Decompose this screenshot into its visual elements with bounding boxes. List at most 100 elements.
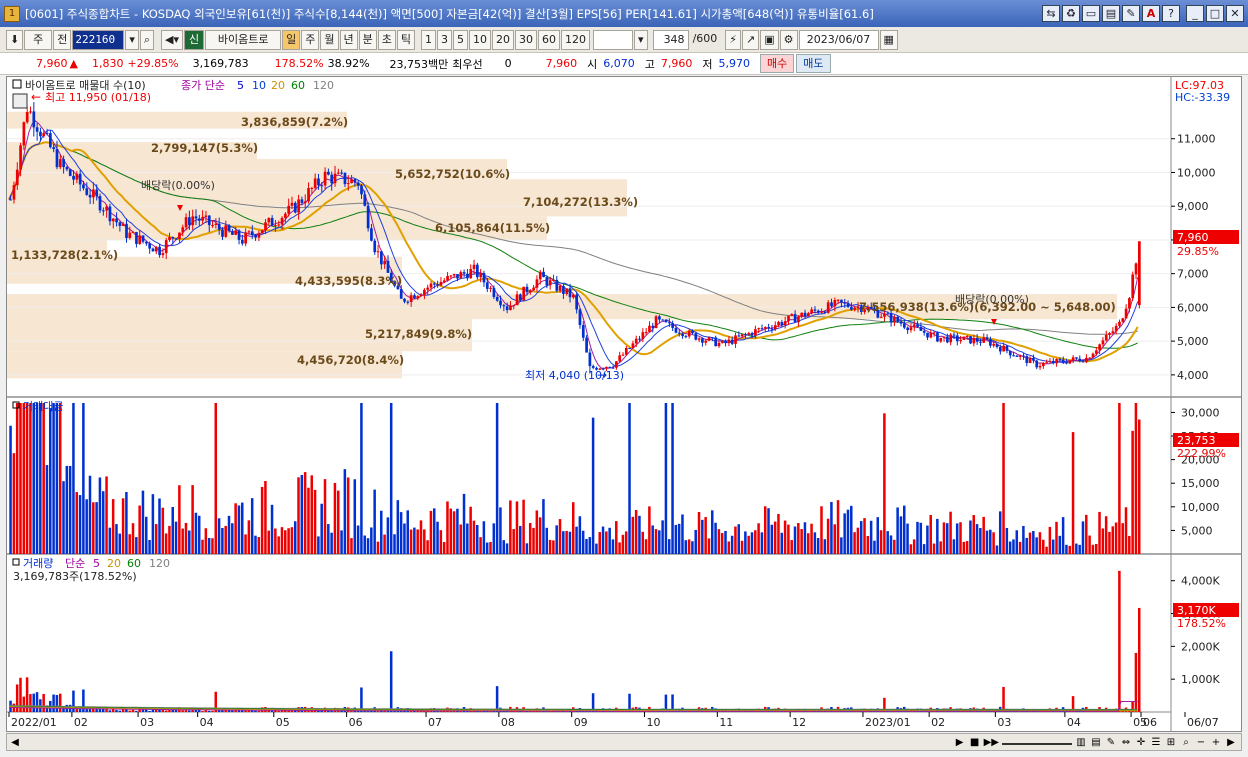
count-input[interactable]: 348 bbox=[652, 29, 689, 50]
period-tick[interactable]: 틱 bbox=[396, 29, 416, 50]
edit-icon[interactable]: ✎ bbox=[1122, 5, 1140, 22]
link-icon[interactable]: ⇆ bbox=[1042, 5, 1060, 22]
help-icon[interactable]: ? bbox=[1162, 5, 1180, 22]
amount-bar bbox=[691, 541, 694, 554]
custom-interval-dropdown-icon[interactable]: ▾ bbox=[634, 29, 648, 50]
minus-icon[interactable]: − bbox=[1195, 737, 1207, 748]
label-icon[interactable]: ☰ bbox=[1150, 737, 1162, 748]
zoom-slider[interactable] bbox=[1002, 739, 1072, 745]
amount-bar bbox=[823, 539, 827, 554]
candle-body bbox=[969, 336, 972, 344]
candle-body bbox=[188, 217, 191, 226]
search-icon[interactable]: ⌕ bbox=[139, 29, 155, 50]
candle-body bbox=[830, 302, 833, 307]
minimize-button[interactable]: _ bbox=[1186, 5, 1204, 22]
dropdown-icon[interactable]: ▾ bbox=[125, 29, 139, 50]
candle-body bbox=[664, 319, 668, 323]
interval-10[interactable]: 10 bbox=[469, 29, 492, 50]
font-icon[interactable]: A bbox=[1142, 5, 1160, 22]
candle-body bbox=[462, 272, 466, 274]
split-icon[interactable]: ⊞ bbox=[1165, 737, 1177, 748]
candle-body bbox=[317, 178, 320, 186]
panel-toggle-icon[interactable] bbox=[12, 79, 22, 89]
amount-bar bbox=[459, 524, 462, 554]
candle-body bbox=[922, 330, 926, 333]
interval-30[interactable]: 30 bbox=[515, 29, 538, 50]
period-second[interactable]: 초 bbox=[377, 29, 396, 50]
stop-icon[interactable]: ■ bbox=[969, 737, 981, 748]
candle-body bbox=[446, 276, 449, 281]
interval-5[interactable]: 5 bbox=[453, 29, 469, 50]
amount-bar bbox=[631, 516, 635, 554]
pin-icon[interactable]: ⬇ bbox=[6, 29, 24, 50]
trend-icon[interactable]: ↗ bbox=[742, 29, 760, 50]
scroll-right-icon[interactable]: ▶ bbox=[1225, 737, 1237, 748]
scroll-left-icon[interactable]: ◀ bbox=[9, 737, 21, 748]
low-note: 최저 4,040 (10/13) bbox=[525, 369, 624, 382]
volume-toggle-icon[interactable] bbox=[12, 558, 20, 566]
volume-bar bbox=[211, 710, 214, 712]
chart-svg[interactable]: 3,836,859(7.2%) 2,799,147(5.3%) 5,652,752(… bbox=[7, 77, 1241, 731]
compare-icon[interactable]: ▤ bbox=[1090, 737, 1102, 748]
stock-code-input[interactable]: 222160 bbox=[72, 29, 125, 50]
measure-icon[interactable]: ⇔ bbox=[1120, 737, 1132, 748]
zoom-icon[interactable]: ⌕ bbox=[1180, 737, 1192, 748]
period-week[interactable]: 주 bbox=[301, 29, 320, 50]
amount-bar bbox=[413, 527, 416, 554]
play-icon[interactable]: ▶ bbox=[954, 737, 966, 748]
candle-body bbox=[1068, 360, 1072, 364]
fast-forward-icon[interactable]: ▶▶ bbox=[984, 737, 999, 748]
period-minute[interactable]: 분 bbox=[358, 29, 377, 50]
custom-interval-input[interactable] bbox=[593, 29, 634, 50]
disk-icon[interactable]: ▣ bbox=[760, 29, 779, 50]
candle-body bbox=[32, 111, 36, 128]
period-day[interactable]: 일 bbox=[282, 29, 301, 50]
amount-bar bbox=[366, 538, 370, 554]
date-input[interactable]: 2023/06/07 bbox=[798, 29, 879, 50]
period-year[interactable]: 년 bbox=[339, 29, 358, 50]
candle-body bbox=[128, 232, 132, 238]
amount-bar bbox=[204, 528, 208, 554]
candle-body bbox=[327, 171, 330, 175]
save-icon[interactable]: ▤ bbox=[1102, 5, 1120, 22]
calendar-icon[interactable]: ▦ bbox=[879, 29, 898, 50]
amount-bar bbox=[1065, 544, 1068, 554]
maximize-button[interactable]: □ bbox=[1206, 5, 1224, 22]
amount-bar bbox=[1071, 432, 1075, 554]
candle-body bbox=[9, 199, 13, 201]
interval-60[interactable]: 60 bbox=[538, 29, 561, 50]
close-button[interactable]: ✕ bbox=[1226, 5, 1244, 22]
plus-icon[interactable]: + bbox=[1210, 737, 1222, 748]
amount-bar bbox=[406, 510, 410, 554]
speaker-icon[interactable]: ◀▾ bbox=[161, 29, 184, 50]
candle-body bbox=[45, 132, 49, 134]
amount-bar bbox=[1108, 531, 1111, 554]
candle-body bbox=[168, 237, 171, 241]
jeon-button[interactable]: 전 bbox=[53, 29, 72, 50]
period-select[interactable]: 주 bbox=[24, 29, 53, 50]
buy-button[interactable]: 매수 bbox=[760, 54, 795, 73]
amount-bar bbox=[39, 403, 42, 554]
settings-icon[interactable]: ⚙ bbox=[779, 29, 798, 50]
interval-20[interactable]: 20 bbox=[492, 29, 515, 50]
sync-icon[interactable]: ♻ bbox=[1062, 5, 1080, 22]
window-icon[interactable]: ▭ bbox=[1082, 5, 1100, 22]
candle-body bbox=[363, 194, 367, 206]
amount-bar bbox=[734, 526, 737, 554]
drawing-icon[interactable]: ✎ bbox=[1105, 737, 1117, 748]
amount-bar bbox=[528, 523, 532, 554]
chart-tool-icon[interactable]: ⚡ bbox=[725, 29, 741, 50]
interval-3[interactable]: 3 bbox=[437, 29, 453, 50]
interval-1[interactable]: 1 bbox=[421, 29, 437, 50]
period-month[interactable]: 월 bbox=[320, 29, 339, 50]
candle-body bbox=[29, 111, 32, 113]
chart-type-icon[interactable]: ▥ bbox=[1075, 737, 1087, 748]
candle-body bbox=[505, 306, 509, 311]
interval-120[interactable]: 120 bbox=[561, 29, 591, 50]
cross-icon[interactable]: ✛ bbox=[1135, 737, 1147, 748]
sell-button[interactable]: 매도 bbox=[796, 54, 831, 73]
table-icon[interactable] bbox=[12, 93, 28, 109]
amount-bar bbox=[42, 403, 45, 554]
chart-area[interactable]: 3,836,859(7.2%) 2,799,147(5.3%) 5,652,752(… bbox=[6, 76, 1242, 732]
amount-bar bbox=[856, 527, 860, 554]
